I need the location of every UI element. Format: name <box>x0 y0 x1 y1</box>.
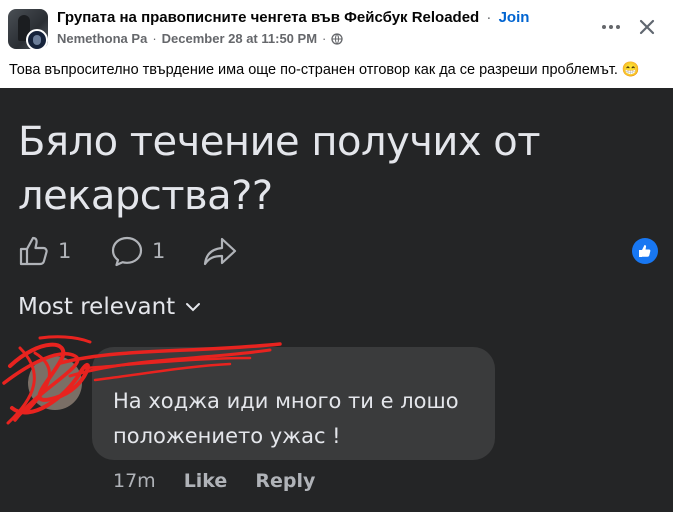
author-avatar[interactable] <box>26 29 48 51</box>
comment-reply-button: Reply <box>255 470 316 492</box>
image-comment-reaction: 1 <box>110 233 165 269</box>
separator-dot: · <box>322 31 327 46</box>
author-name-link[interactable]: Nemethona Pa <box>57 31 147 46</box>
join-button[interactable]: Join <box>499 9 530 26</box>
post-timestamp-link[interactable]: December 28 at 11:50 PM <box>162 31 317 46</box>
post-header: Групата на правописните ченгета във Фейс… <box>0 0 673 56</box>
thumbs-up-icon <box>19 236 48 266</box>
chevron-down-icon <box>186 303 201 312</box>
post-text: Това въпросително твърдение има още по-с… <box>9 62 640 78</box>
commenter-avatar <box>28 356 82 410</box>
comment-bubble: На ходжа иди много ти е лошо положението… <box>92 347 495 460</box>
comment-sort: Most relevant <box>18 294 201 320</box>
separator-dot: · <box>152 31 157 46</box>
close-icon[interactable] <box>632 12 662 42</box>
more-dot-icon <box>609 25 613 29</box>
comment-count: 1 <box>152 239 166 263</box>
image-headline: Бяло течение получих от лекарства?? <box>18 119 541 219</box>
more-dot-icon <box>616 25 620 29</box>
sort-label: Most relevant <box>18 294 176 320</box>
comment-actions: 17m Like Reply <box>113 470 315 492</box>
comment-time: 17m <box>113 470 156 492</box>
comment-text: На ходжа иди много ти е лошо положението… <box>113 389 459 448</box>
group-title-line: Групата на правописните ченгета във Фейс… <box>57 9 529 26</box>
comment-bubble-icon <box>111 236 143 267</box>
more-dot-icon <box>602 25 606 29</box>
like-count: 1 <box>58 239 72 263</box>
separator-dot: · <box>486 9 492 26</box>
more-options-button[interactable] <box>596 14 626 40</box>
comment-like-button: Like <box>183 470 228 492</box>
image-like-reaction: 1 <box>18 233 71 269</box>
group-name-link[interactable]: Групата на правописните ченгета във Фейс… <box>57 9 479 26</box>
thumbs-up-icon <box>639 245 651 257</box>
post-image[interactable]: Бяло течение получих от лекарства?? 1 1 … <box>0 88 673 512</box>
post-meta: Nemethona Pa · December 28 at 11:50 PM · <box>57 31 344 46</box>
image-share-reaction <box>202 233 238 269</box>
like-badge <box>632 238 658 264</box>
share-arrow-icon <box>203 237 237 266</box>
globe-icon <box>331 32 344 45</box>
